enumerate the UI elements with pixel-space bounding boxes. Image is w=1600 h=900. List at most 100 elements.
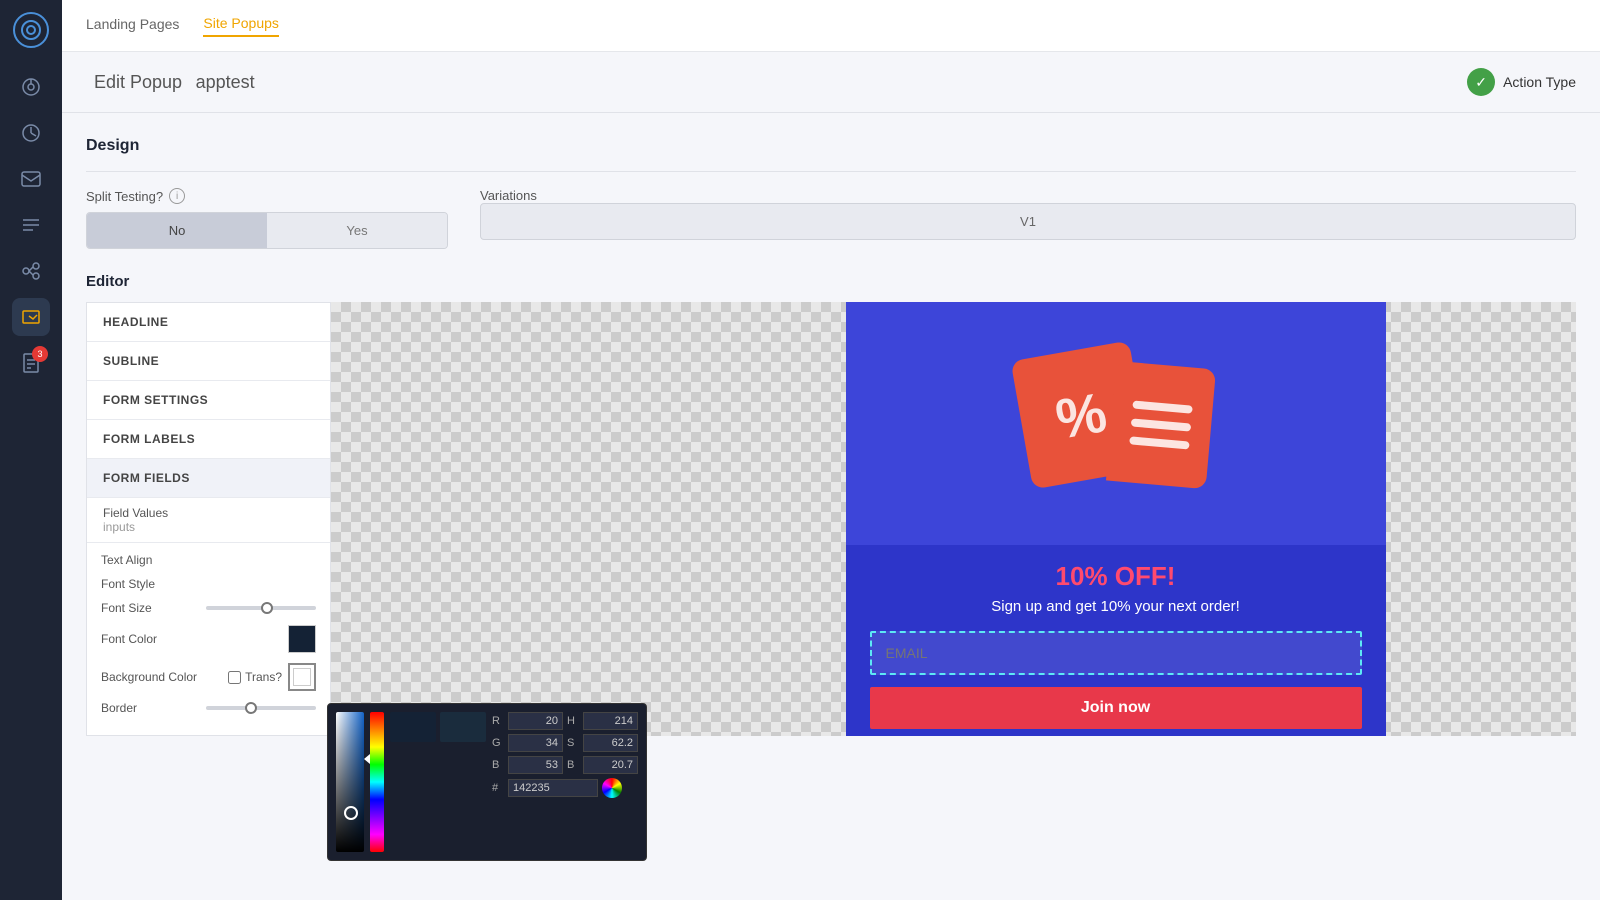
split-toggle-group: No Yes bbox=[86, 212, 448, 249]
b2-input[interactable] bbox=[583, 756, 638, 774]
r-input-row: R H bbox=[492, 712, 638, 730]
split-label-text: Split Testing? bbox=[86, 189, 163, 204]
page-title: Edit Popup apptest bbox=[86, 71, 255, 94]
action-type-button[interactable]: ✓ Action Type bbox=[1467, 68, 1576, 96]
variations-v1[interactable]: V1 bbox=[480, 203, 1576, 240]
info-icon: i bbox=[169, 188, 185, 204]
font-color-swatch[interactable] bbox=[288, 625, 316, 653]
border-slider[interactable] bbox=[206, 706, 316, 710]
popup-card: % 10% OFF! Sign up and get 10% your next… bbox=[846, 302, 1386, 736]
picker-top: R H G S bbox=[336, 712, 638, 852]
editor-container: HEADLINE SUBLINE FORM SETTINGS FORM LABE… bbox=[86, 302, 1576, 736]
page-title-text: Edit Popup bbox=[94, 72, 182, 92]
g-input[interactable] bbox=[508, 734, 563, 752]
b-input-row: B B bbox=[492, 756, 638, 774]
b2-label: B bbox=[567, 759, 579, 771]
font-size-row: Font Size bbox=[101, 601, 316, 615]
content-area: Design Split Testing? i No Yes Variation… bbox=[62, 113, 1600, 900]
border-row: Border bbox=[101, 701, 316, 715]
main-content: Landing Pages Site Popups Edit Popup app… bbox=[62, 0, 1600, 900]
tag-line-2 bbox=[1130, 418, 1190, 431]
border-label: Border bbox=[101, 701, 137, 715]
popup-preview-area: % 10% OFF! Sign up and get 10% your next… bbox=[331, 302, 1576, 736]
variations-label: Variations bbox=[480, 188, 1576, 203]
editor-label: Editor bbox=[86, 273, 1576, 290]
page-subtitle: apptest bbox=[196, 72, 255, 92]
email-icon[interactable] bbox=[12, 160, 50, 198]
editor-left-panel: HEADLINE SUBLINE FORM SETTINGS FORM LABE… bbox=[86, 302, 331, 736]
s-input[interactable] bbox=[583, 734, 638, 752]
popup-image-area: % bbox=[846, 302, 1386, 545]
popup-headline: 10% OFF! bbox=[870, 561, 1362, 592]
picker-inputs: R H G S bbox=[492, 712, 638, 852]
hex-label: # bbox=[492, 782, 504, 794]
trans-checkbox-wrap: Trans? bbox=[228, 670, 282, 684]
text-align-row: Text Align bbox=[101, 553, 316, 567]
gradient-cursor[interactable] bbox=[344, 806, 358, 820]
panel-subline[interactable]: SUBLINE bbox=[87, 342, 330, 381]
hue-arrow[interactable] bbox=[364, 754, 370, 764]
action-type-icon: ✓ bbox=[1467, 68, 1495, 96]
tag-line-3 bbox=[1129, 436, 1189, 449]
nav-landing-pages[interactable]: Landing Pages bbox=[86, 16, 179, 36]
lines-tag bbox=[1105, 361, 1215, 489]
font-size-label: Font Size bbox=[101, 601, 152, 615]
panel-headline[interactable]: HEADLINE bbox=[87, 303, 330, 342]
popup-subline: Sign up and get 10% your next order! bbox=[870, 598, 1362, 615]
forms-icon[interactable] bbox=[12, 206, 50, 244]
font-size-slider[interactable] bbox=[206, 606, 316, 610]
font-color-label: Font Color bbox=[101, 632, 157, 646]
split-testing-label: Split Testing? i bbox=[86, 188, 448, 204]
panel-form-settings[interactable]: FORM SETTINGS bbox=[87, 381, 330, 420]
font-style-row: Font Style bbox=[101, 577, 316, 591]
divider bbox=[86, 171, 1576, 172]
r-input[interactable] bbox=[508, 712, 563, 730]
border-thumb[interactable] bbox=[245, 702, 257, 714]
split-testing-row: Split Testing? i No Yes Variations V1 bbox=[86, 188, 1576, 249]
reports-badge: 3 bbox=[32, 346, 48, 362]
trans-label: Trans? bbox=[245, 670, 282, 684]
panel-form-fields[interactable]: FORM FIELDS bbox=[87, 459, 330, 498]
font-style-label: Font Style bbox=[101, 577, 155, 591]
nav-site-popups[interactable]: Site Popups bbox=[203, 15, 279, 37]
popup-email-input[interactable] bbox=[870, 631, 1362, 675]
sidebar: 3 bbox=[0, 0, 62, 900]
dashboard-icon[interactable] bbox=[12, 68, 50, 106]
h-input[interactable] bbox=[583, 712, 638, 730]
app-logo[interactable] bbox=[13, 12, 49, 48]
page-header: Edit Popup apptest ✓ Action Type bbox=[62, 52, 1600, 113]
bg-color-label: Background Color bbox=[101, 670, 197, 684]
color-picker-popup: R H G S bbox=[327, 703, 647, 861]
gradient-picker[interactable] bbox=[336, 712, 364, 852]
integrations-icon[interactable] bbox=[12, 252, 50, 290]
popup-join-button[interactable]: Join now bbox=[870, 687, 1362, 729]
font-color-row: Font Color bbox=[101, 625, 316, 653]
b-input[interactable] bbox=[508, 756, 563, 774]
tag-line-1 bbox=[1132, 400, 1192, 413]
color-wheel-button[interactable] bbox=[602, 778, 622, 798]
bg-color-swatch[interactable] bbox=[288, 663, 316, 691]
analytics-icon[interactable] bbox=[12, 114, 50, 152]
hex-input[interactable] bbox=[508, 779, 598, 797]
swatch-med[interactable] bbox=[440, 712, 486, 742]
h-label: H bbox=[567, 715, 579, 727]
trans-checkbox[interactable] bbox=[228, 671, 241, 684]
hex-input-row: # bbox=[492, 778, 638, 798]
hue-strip[interactable] bbox=[370, 712, 384, 852]
b-label: B bbox=[492, 759, 504, 771]
popups-icon[interactable] bbox=[12, 298, 50, 336]
bg-color-row: Background Color Trans? bbox=[101, 663, 316, 691]
g-label: G bbox=[492, 737, 504, 749]
split-no-button[interactable]: No bbox=[87, 213, 267, 248]
field-settings-panel: Text Align Font Style Font Size Font Col… bbox=[87, 543, 330, 735]
popup-body: 10% OFF! Sign up and get 10% your next o… bbox=[846, 545, 1386, 736]
panel-field-values[interactable]: Field Values inputs bbox=[87, 498, 330, 543]
split-yes-button[interactable]: Yes bbox=[267, 213, 447, 248]
reports-icon[interactable]: 3 bbox=[12, 344, 50, 382]
swatch-dark[interactable] bbox=[390, 712, 436, 742]
font-size-thumb[interactable] bbox=[261, 602, 273, 614]
g-input-row: G S bbox=[492, 734, 638, 752]
split-testing-col: Split Testing? i No Yes bbox=[86, 188, 448, 249]
percent-icon: % bbox=[1050, 379, 1110, 452]
panel-form-labels[interactable]: FORM LABELS bbox=[87, 420, 330, 459]
